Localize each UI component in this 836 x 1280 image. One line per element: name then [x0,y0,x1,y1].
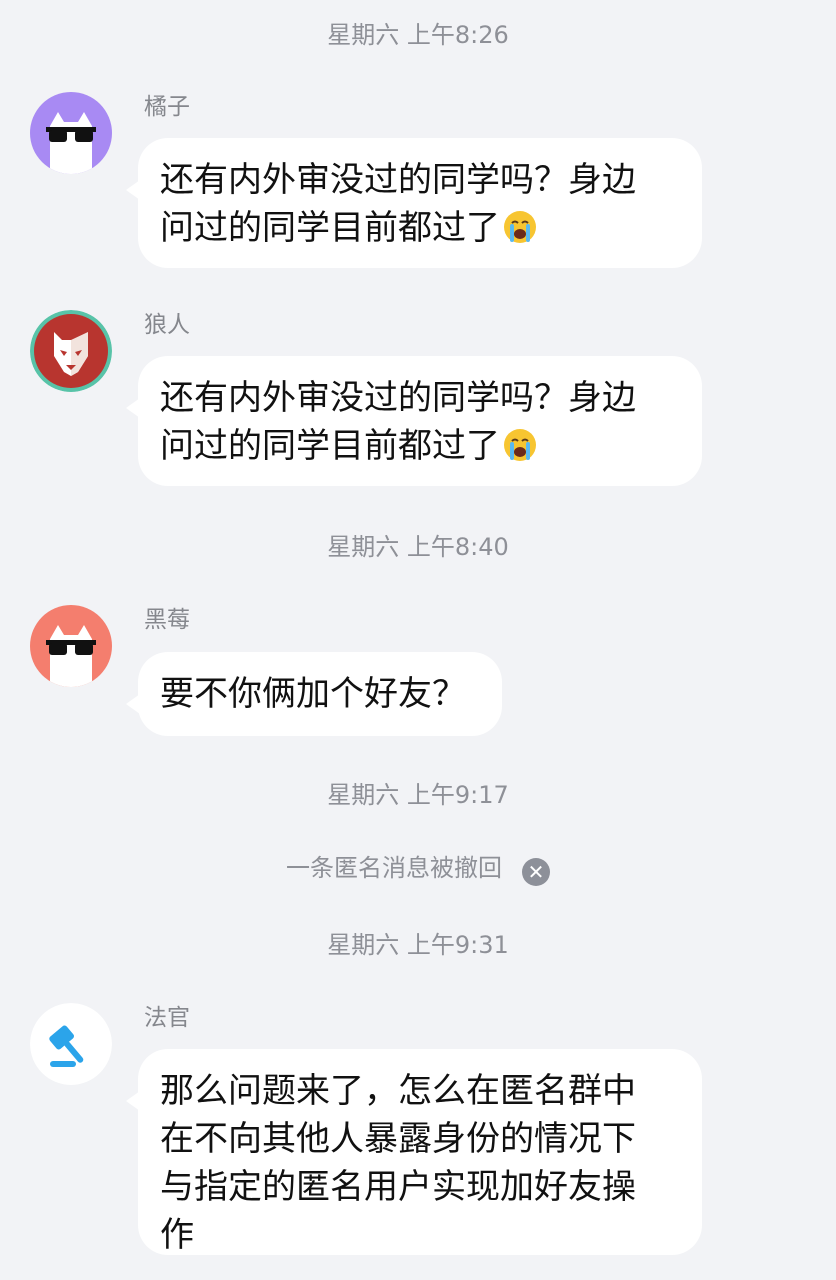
message-line: 问过的同学目前都过了 [160,208,500,248]
message-bubble[interactable]: 还有内外审没过的同学吗？身边 问过的同学目前都过了 [126,138,702,268]
crying-face-emoji [504,429,536,461]
message-line: 还有内外审没过的同学吗？身边 [160,378,636,418]
sender-name: 法官 [144,1005,190,1031]
message-line: 与指定的匿名用户实现加好友操 [160,1167,636,1207]
message-bubble[interactable]: 要不你俩加个好友？ [126,652,502,736]
message-line: 那么问题来了，怎么在匿名群中 [160,1071,636,1111]
avatar[interactable] [30,605,112,687]
avatar[interactable] [30,1003,112,1085]
message-line: 问过的同学目前都过了 [160,426,500,466]
cat-sunglasses-icon [30,92,112,174]
recall-text: 一条匿名消息被撤回 [286,854,502,882]
message-bubble[interactable]: 那么问题来了，怎么在匿名群中 在不向其他人暴露身份的情况下 与指定的匿名用户实现… [126,1049,702,1255]
gavel-icon [30,1003,112,1085]
timestamp: 星期六 上午9:31 [327,931,509,959]
close-circle-icon[interactable]: ✕ [522,858,550,886]
timestamp: 星期六 上午8:26 [327,21,509,49]
message-line: 作 [160,1215,194,1255]
sender-name: 黑莓 [144,607,190,633]
message-line: 还有内外审没过的同学吗？身边 [160,160,636,200]
cat-sunglasses-icon [30,605,112,687]
timestamp: 星期六 上午8:40 [327,533,509,561]
message-line: 要不你俩加个好友？ [160,674,466,714]
wolf-icon [30,310,112,392]
message-bubble[interactable]: 还有内外审没过的同学吗？身边 问过的同学目前都过了 [126,356,702,486]
recall-notice: 一条匿名消息被撤回 ✕ [0,852,836,886]
avatar[interactable] [30,310,112,392]
sender-name: 橘子 [144,94,190,120]
sender-name: 狼人 [144,312,190,338]
crying-face-emoji [504,211,536,243]
avatar[interactable] [30,92,112,174]
message-line: 在不向其他人暴露身份的情况下 [160,1119,636,1159]
timestamp: 星期六 上午9:17 [327,781,509,809]
